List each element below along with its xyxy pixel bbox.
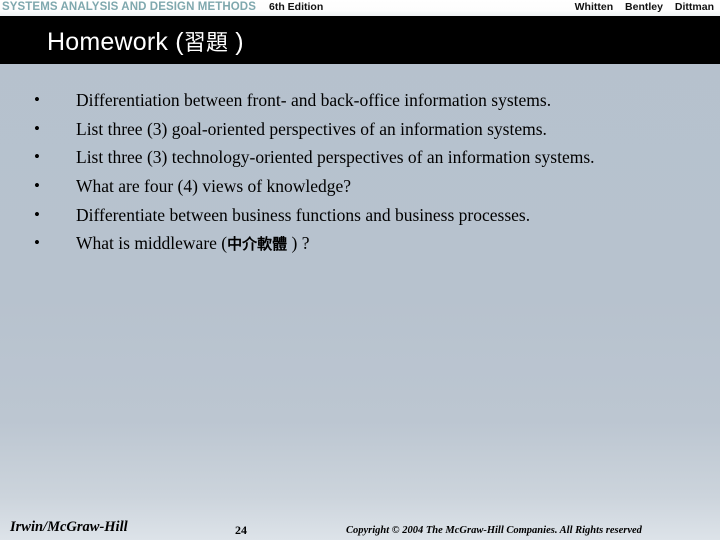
bullet-marker-icon: • — [34, 90, 40, 109]
bullet-marker-icon: • — [34, 204, 40, 224]
page-number: 24 — [235, 523, 247, 537]
list-item: • List three (3) technology-oriented per… — [0, 143, 720, 172]
footer-brand: Irwin/McGraw-Hill — [10, 519, 128, 535]
slide-title: Homework (習題 ) — [47, 27, 244, 59]
author-name-1: Whitten — [574, 1, 614, 13]
book-title: SYSTEMS ANALYSIS AND DESIGN METHODS — [2, 1, 256, 13]
presentation-slide: SYSTEMS ANALYSIS AND DESIGN METHODS 6th … — [0, 0, 720, 540]
list-item-text: What is middleware (中介軟體 ) ? — [76, 229, 310, 259]
bullet-list: • Differentiation between front- and bac… — [0, 86, 720, 258]
list-item: • What are four (4) views of knowledge? — [0, 172, 720, 201]
list-item-text-cjk: 中介軟體 — [227, 235, 288, 254]
list-item: • Differentiate between business functio… — [0, 201, 720, 230]
slide-title-cjk: 習題 — [183, 31, 229, 56]
list-item: • List three (3) goal-oriented perspecti… — [0, 115, 720, 144]
author-list: Whitten Bentley Dittman — [575, 0, 714, 15]
list-item-text-post: ) ? — [287, 233, 310, 254]
bullet-marker-icon: • — [34, 118, 40, 138]
author-name-3: Dittman — [674, 1, 714, 13]
copyright-notice: Copyright © 2004 The McGraw-Hill Compani… — [346, 525, 642, 536]
list-item: • Differentiation between front- and bac… — [0, 86, 720, 115]
list-item-text: What are four (4) views of knowledge? — [76, 176, 352, 197]
list-item-text: List three (3) goal-oriented perspective… — [76, 118, 547, 139]
list-item-text: List three (3) technology-oriented persp… — [76, 147, 595, 168]
list-item: • What is middleware (中介軟體 ) ? — [0, 229, 720, 258]
author-name-2: Bentley — [625, 1, 663, 13]
book-edition: 6th Edition — [269, 1, 324, 13]
bullet-marker-icon: • — [34, 233, 40, 253]
bullet-marker-icon: • — [34, 147, 40, 167]
list-item-text: Differentiation between front- and back-… — [76, 90, 552, 110]
slide-title-latin: Homework ( — [47, 28, 184, 56]
list-item-text-pre: What is middleware ( — [76, 233, 228, 254]
list-item-text: Differentiate between business functions… — [76, 204, 531, 225]
slide-title-close: ) — [228, 28, 244, 56]
bullet-marker-icon: • — [34, 176, 40, 196]
